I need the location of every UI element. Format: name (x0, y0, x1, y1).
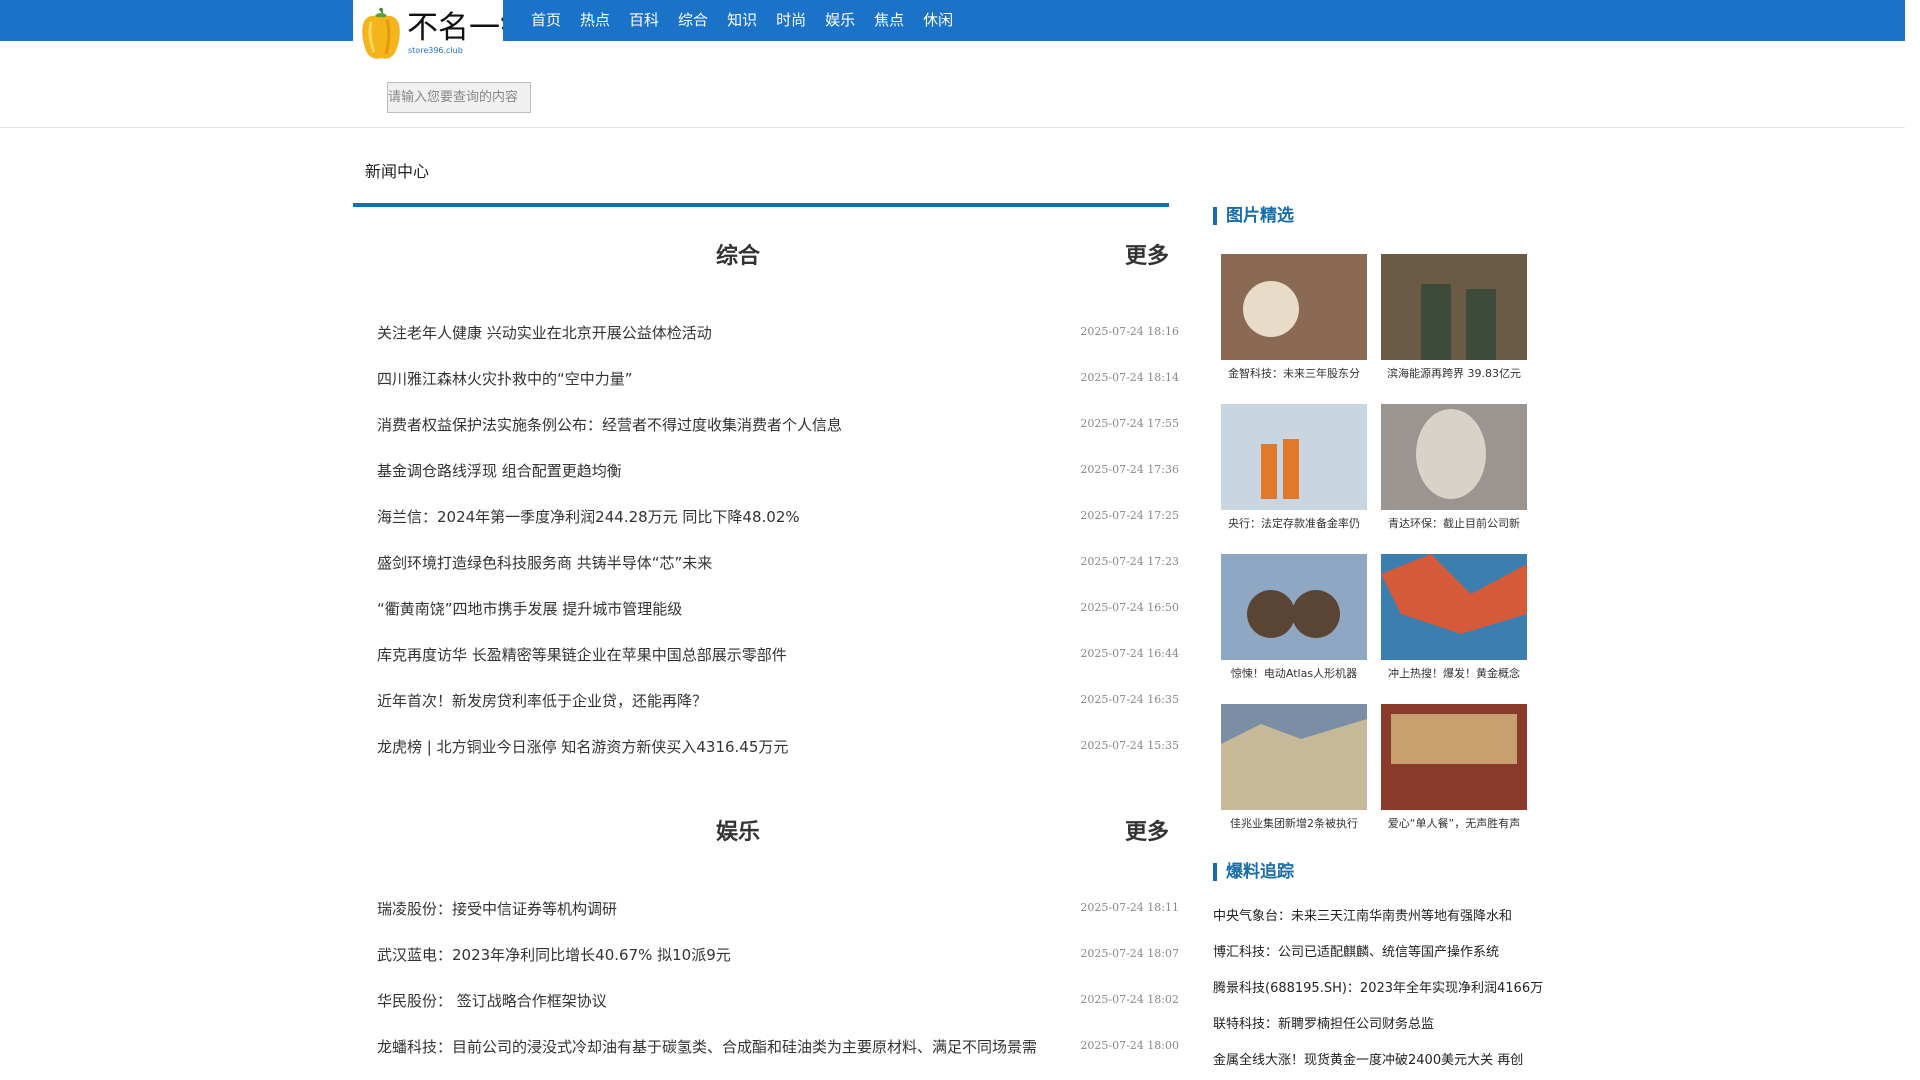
section-title: 综合 (716, 243, 761, 269)
picture-card[interactable]: 爱心“单人餐”，无声胜有声 (1381, 704, 1527, 831)
news-title[interactable]: 瑞凌股份：接受中信证券等机构调研 (377, 898, 1077, 919)
tip-item[interactable]: 金属全线大涨！现货黄金一度冲破2400美元大关 再创 (1213, 1049, 1553, 1080)
news-date: 2025-07-24 17:55 (1080, 417, 1179, 430)
thumbnail-image (1221, 554, 1367, 660)
thumbnail-image (1221, 704, 1367, 810)
news-title[interactable]: 海兰信：2024年第一季度净利润244.28万元 同比下降48.02% (377, 506, 1077, 527)
picture-caption: 爱心“单人餐”，无声胜有声 (1387, 817, 1521, 830)
news-date: 2025-07-24 18:16 (1080, 325, 1179, 338)
nav-item-focus[interactable]: 焦点 (874, 0, 904, 41)
picture-card[interactable]: 央行：法定存款准备金率仍 (1221, 404, 1367, 531)
picture-card[interactable]: 惊悚！电动Atlas人形机器 (1221, 554, 1367, 681)
thumbnail-image (1381, 554, 1527, 660)
news-title[interactable]: 库克再度访华 长盈精密等果链企业在苹果中国总部展示零部件 (377, 644, 1077, 665)
nav-item-fashion[interactable]: 时尚 (776, 0, 806, 41)
more-link[interactable]: 更多 (1125, 814, 1169, 846)
news-list: 瑞凌股份：接受中信证券等机构调研 2025-07-24 18:11 武汉蓝电：20… (377, 898, 1179, 1080)
pepper-logo-icon (362, 7, 400, 59)
tip-item[interactable]: 腾景科技(688195.SH)：2023年全年实现净利润4166万 (1213, 977, 1553, 1013)
news-item[interactable]: 龙蟠科技：目前公司的浸没式冷却油有基于碳氢类、合成酯和硅油类为主要原材料、满足不… (377, 1036, 1179, 1080)
news-date: 2025-07-24 16:35 (1080, 693, 1179, 706)
site-logo[interactable]: 不名一钱 store396.club (353, 0, 503, 60)
news-title[interactable]: 盛剑环境打造绿色科技服务商 共铸半导体“芯”未来 (377, 552, 1077, 573)
thumbnail-image (1381, 704, 1527, 810)
news-date: 2025-07-24 16:50 (1080, 601, 1179, 614)
nav-item-home[interactable]: 首页 (531, 0, 561, 41)
nav-item-entertainment[interactable]: 娱乐 (825, 0, 855, 41)
picture-caption: 冲上热搜！爆发！黄金概念 (1388, 667, 1520, 680)
picture-caption: 青达环保：截止目前公司新 (1388, 517, 1520, 530)
news-title[interactable]: 龙蟠科技：目前公司的浸没式冷却油有基于碳氢类、合成酯和硅油类为主要原材料、满足不… (377, 1036, 1077, 1057)
news-title[interactable]: 关注老年人健康 兴动实业在北京开展公益体检活动 (377, 322, 1077, 343)
thumbnail-image (1221, 254, 1367, 360)
logo-url: store396.club (408, 46, 463, 55)
picture-caption: 佳兆业集团新增2条被执行 (1230, 817, 1358, 830)
news-title[interactable]: 近年首次！新发房贷利率低于企业贷，还能再降？ (377, 690, 1077, 711)
picture-caption: 央行：法定存款准备金率仍 (1228, 517, 1360, 530)
news-item[interactable]: 瑞凌股份：接受中信证券等机构调研 2025-07-24 18:11 (377, 898, 1179, 944)
news-item[interactable]: 龙虎榜 | 北方铜业今日涨停 知名游资方新侠买入4316.45万元 2025-07… (377, 736, 1179, 782)
news-title[interactable]: 四川雅江森林火灾扑救中的“空中力量” (377, 368, 1077, 389)
nav-item-hot[interactable]: 热点 (580, 0, 610, 41)
news-title[interactable]: “衢黄南饶”四地市携手发展 提升城市管理能级 (377, 598, 1077, 619)
pictures-heading: 图片精选 (1213, 207, 1294, 225)
more-link[interactable]: 更多 (1125, 238, 1169, 270)
news-title[interactable]: 龙虎榜 | 北方铜业今日涨停 知名游资方新侠买入4316.45万元 (377, 736, 1077, 757)
thumbnail-image (1381, 404, 1527, 510)
breadcrumb: 新闻中心 (365, 162, 430, 181)
news-item[interactable]: 基金调仓路线浮现 组合配置更趋均衡 2025-07-24 17:36 (377, 460, 1179, 506)
news-item[interactable]: 华民股份： 签订战略合作框架协议 2025-07-24 18:02 (377, 990, 1179, 1036)
header-divider (0, 127, 1905, 128)
news-item[interactable]: 盛剑环境打造绿色科技服务商 共铸半导体“芯”未来 2025-07-24 17:23 (377, 552, 1179, 598)
thumbnail-image (1381, 254, 1527, 360)
news-date: 2025-07-24 18:07 (1080, 947, 1179, 960)
picture-card[interactable]: 佳兆业集团新增2条被执行 (1221, 704, 1367, 831)
news-title[interactable]: 消费者权益保护法实施条例公布：经营者不得过度收集消费者个人信息 (377, 414, 1077, 435)
tips-heading: 爆料追踪 (1213, 863, 1294, 881)
news-title[interactable]: 基金调仓路线浮现 组合配置更趋均衡 (377, 460, 1077, 481)
news-date: 2025-07-24 18:02 (1080, 993, 1179, 1006)
thumbnail-image (1221, 404, 1367, 510)
picture-card[interactable]: 冲上热搜！爆发！黄金概念 (1381, 554, 1527, 681)
news-item[interactable]: 四川雅江森林火灾扑救中的“空中力量” 2025-07-24 18:14 (377, 368, 1179, 414)
news-item[interactable]: 库克再度访华 长盈精密等果链企业在苹果中国总部展示零部件 2025-07-24 1… (377, 644, 1179, 690)
news-list: 关注老年人健康 兴动实业在北京开展公益体检活动 2025-07-24 18:16 … (377, 322, 1179, 782)
news-date: 2025-07-24 17:25 (1080, 509, 1179, 522)
picture-card[interactable]: 滨海能源再跨界 39.83亿元 (1381, 254, 1527, 381)
picture-caption: 滨海能源再跨界 39.83亿元 (1387, 367, 1521, 380)
news-date: 2025-07-24 16:44 (1080, 647, 1179, 660)
picture-card[interactable]: 金智科技：未来三年股东分 (1221, 254, 1367, 381)
nav-item-general[interactable]: 综合 (678, 0, 708, 41)
tip-item[interactable]: 博汇科技：公司已适配麒麟、统信等国产操作系统 (1213, 941, 1553, 977)
picture-card[interactable]: 青达环保：截止目前公司新 (1381, 404, 1527, 531)
news-item[interactable]: 近年首次！新发房贷利率低于企业贷，还能再降？ 2025-07-24 16:35 (377, 690, 1179, 736)
news-item[interactable]: 关注老年人健康 兴动实业在北京开展公益体检活动 2025-07-24 18:16 (377, 322, 1179, 368)
tips-list: 中央气象台：未来三天江南华南贵州等地有强降水和 博汇科技：公司已适配麒麟、统信等… (1213, 905, 1553, 1080)
picture-caption: 金智科技：未来三年股东分 (1228, 367, 1360, 380)
nav-item-encyclopedia[interactable]: 百科 (629, 0, 659, 41)
news-item[interactable]: “衢黄南饶”四地市携手发展 提升城市管理能级 2025-07-24 16:50 (377, 598, 1179, 644)
nav-item-knowledge[interactable]: 知识 (727, 0, 757, 41)
picture-caption: 惊悚！电动Atlas人形机器 (1230, 667, 1358, 680)
news-date: 2025-07-24 15:35 (1080, 739, 1179, 752)
news-date: 2025-07-24 18:00 (1080, 1039, 1179, 1052)
news-date: 2025-07-24 17:36 (1080, 463, 1179, 476)
news-date: 2025-07-24 17:23 (1080, 555, 1179, 568)
logo-text: 不名一钱 (407, 10, 503, 46)
section-rule (353, 203, 1169, 207)
news-item[interactable]: 武汉蓝电：2023年净利同比增长40.67% 拟10派9元 2025-07-24 … (377, 944, 1179, 990)
news-title[interactable]: 武汉蓝电：2023年净利同比增长40.67% 拟10派9元 (377, 944, 1077, 965)
tip-item[interactable]: 联特科技：新聘罗楠担任公司财务总监 (1213, 1013, 1553, 1049)
nav-item-leisure[interactable]: 休闲 (923, 0, 953, 41)
main-nav: 首页 热点 百科 综合 知识 时尚 娱乐 焦点 休闲 (531, 0, 972, 41)
news-item[interactable]: 消费者权益保护法实施条例公布：经营者不得过度收集消费者个人信息 2025-07-2… (377, 414, 1179, 460)
news-item[interactable]: 海兰信：2024年第一季度净利润244.28万元 同比下降48.02% 2025-… (377, 506, 1179, 552)
search-input[interactable] (387, 82, 531, 113)
news-date: 2025-07-24 18:14 (1080, 371, 1179, 384)
section-title: 娱乐 (716, 819, 761, 845)
tip-item[interactable]: 中央气象台：未来三天江南华南贵州等地有强降水和 (1213, 905, 1553, 941)
news-date: 2025-07-24 18:11 (1080, 901, 1179, 914)
news-title[interactable]: 华民股份： 签订战略合作框架协议 (377, 990, 1077, 1011)
